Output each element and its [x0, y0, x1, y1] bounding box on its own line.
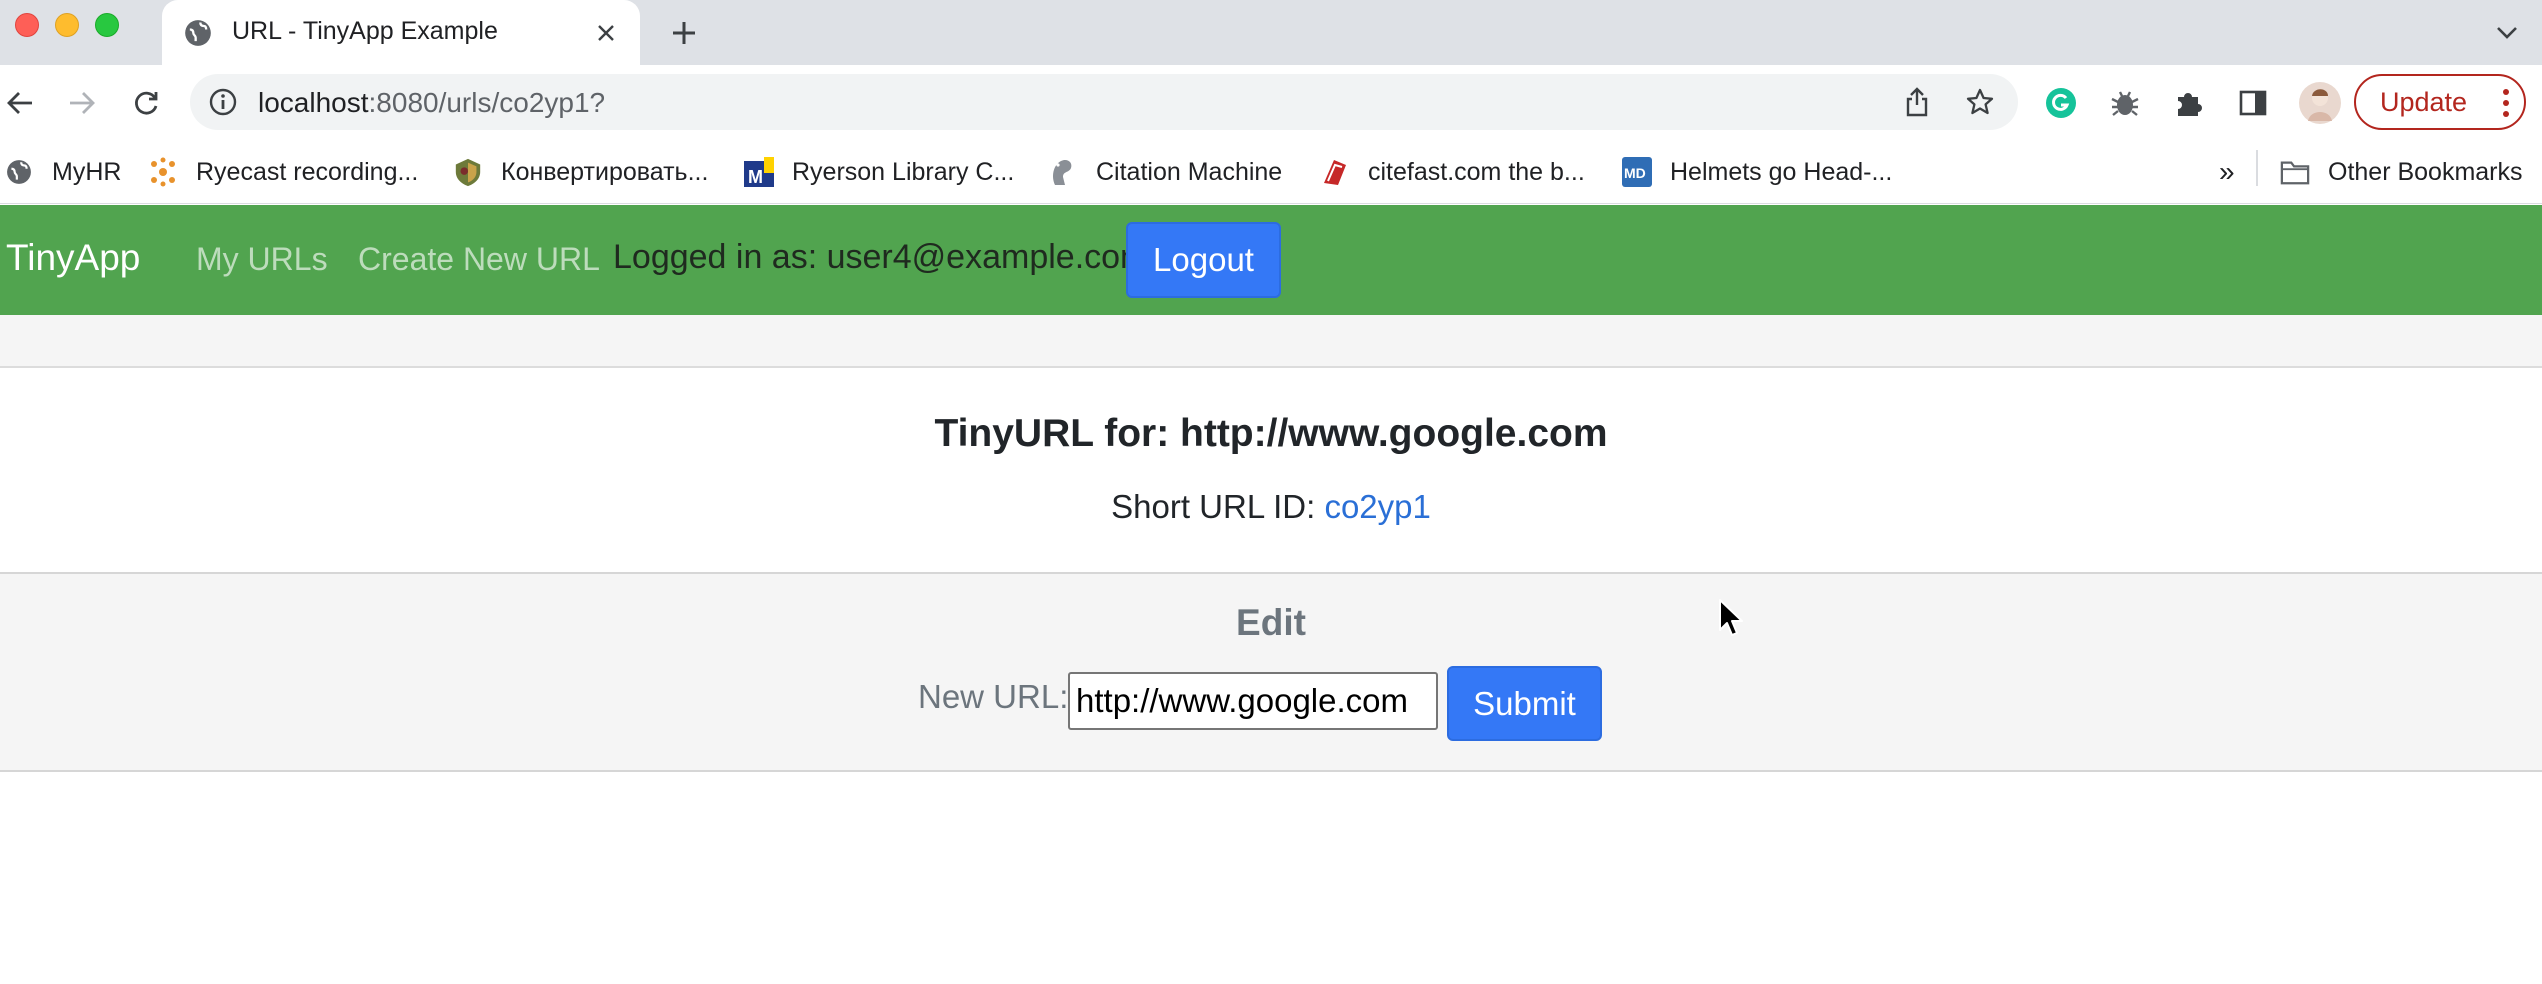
update-button[interactable]: Update — [2354, 74, 2526, 130]
browser-toolbar: localhost:8080/urls/co2yp1? Update — [0, 65, 2542, 140]
bookmark-label: Конвертировать... — [501, 157, 709, 186]
bookmark-konvert[interactable]: Конвертировать... — [453, 152, 708, 192]
submit-label: Submit — [1473, 684, 1576, 722]
bookmarks-overflow-button[interactable]: » — [2219, 152, 2235, 192]
reload-button[interactable] — [126, 83, 166, 123]
minimize-window-button[interactable] — [55, 13, 79, 37]
svg-text:M: M — [748, 167, 763, 187]
close-window-button[interactable] — [15, 13, 39, 37]
ryecast-icon — [148, 157, 178, 187]
url-host: localhost — [258, 87, 369, 118]
share-icon[interactable] — [1902, 87, 1932, 117]
back-button[interactable] — [0, 83, 40, 123]
url-card: TinyURL for: http://www.google.com Short… — [0, 368, 2542, 572]
bookmark-label: Ryecast recording... — [196, 157, 419, 186]
chevron-down-icon — [2497, 27, 2517, 39]
info-icon[interactable] — [208, 87, 238, 117]
short-url-link[interactable]: co2yp1 — [1324, 488, 1430, 525]
bookmark-label: Ryerson Library C... — [792, 157, 1015, 186]
logout-label: Logout — [1153, 241, 1254, 278]
url-text[interactable]: localhost:8080/urls/co2yp1? — [258, 87, 605, 119]
new-url-label: New URL: — [918, 678, 1069, 715]
bookmark-ryerson-library[interactable]: M Ryerson Library C... — [744, 152, 1014, 192]
bookmark-helmets[interactable]: MD Helmets go Head-... — [1622, 152, 1892, 192]
logged-in-text: Logged in as: user4@example.com — [613, 238, 1149, 276]
short-url-label: Short URL ID: — [1111, 488, 1325, 525]
submit-button[interactable]: Submit — [1447, 666, 1602, 741]
squirrel-icon — [1048, 157, 1078, 187]
folder-icon — [2280, 157, 2310, 187]
maximize-window-button[interactable] — [95, 13, 119, 37]
other-bookmarks-label: Other Bookmarks — [2328, 157, 2523, 186]
browser-tab[interactable]: URL - TinyApp Example — [162, 0, 640, 65]
mouse-cursor-icon — [1719, 599, 1743, 636]
shield-icon — [453, 157, 483, 187]
logout-button[interactable]: Logout — [1126, 222, 1281, 298]
bookmark-label: Helmets go Head-... — [1670, 157, 1893, 186]
bookmark-ryecast[interactable]: Ryecast recording... — [148, 152, 418, 192]
page-content: TinyApp My URLs Create New URL Logged in… — [0, 205, 2542, 984]
tab-strip: URL - TinyApp Example — [0, 0, 2542, 65]
tinyurl-title: TinyURL for: http://www.google.com — [934, 412, 1608, 455]
citefast-icon — [1320, 157, 1350, 187]
library-icon: M — [744, 157, 774, 187]
tab-close-icon[interactable] — [592, 19, 620, 47]
bookmark-citation-machine[interactable]: Citation Machine — [1048, 152, 1282, 192]
edit-section: Edit New URL: Submit — [0, 572, 2542, 772]
short-url-line: Short URL ID: co2yp1 — [0, 488, 2542, 526]
bookmark-star-icon[interactable] — [1965, 87, 1995, 117]
arrow-right-icon — [70, 92, 95, 114]
new-url-input[interactable] — [1068, 672, 1438, 730]
url-path: :8080/urls/co2yp1? — [368, 87, 606, 118]
overflow-chevron: » — [2219, 156, 2235, 187]
edit-heading: Edit — [1236, 602, 1306, 643]
extensions-puzzle-icon[interactable] — [2172, 86, 2206, 120]
bookmarks-bar: MyHR Ryecast recording... Конвертировать… — [0, 140, 2542, 204]
header-spacer — [0, 315, 2542, 368]
nav-create-new-url[interactable]: Create New URL — [358, 241, 600, 278]
kebab-menu-icon[interactable] — [2502, 88, 2510, 118]
forward-button[interactable] — [62, 83, 102, 123]
bug-extension-icon[interactable] — [2108, 86, 2142, 120]
other-bookmarks[interactable]: Other Bookmarks — [2280, 152, 2523, 192]
tab-search-button[interactable] — [2492, 18, 2522, 48]
brand-link[interactable]: TinyApp — [6, 237, 140, 279]
address-bar[interactable]: localhost:8080/urls/co2yp1? — [190, 74, 2018, 130]
new-tab-button[interactable] — [665, 14, 703, 52]
bookmarks-separator — [2256, 150, 2258, 186]
profile-avatar[interactable] — [2298, 81, 2342, 125]
update-label: Update — [2380, 86, 2468, 117]
app-navbar: TinyApp My URLs Create New URL Logged in… — [0, 205, 2542, 315]
reload-icon — [135, 91, 158, 115]
bookmark-citefast[interactable]: citefast.com the b... — [1320, 152, 1585, 192]
bookmark-label: MyHR — [52, 157, 122, 186]
side-panel-icon[interactable] — [2236, 86, 2270, 120]
bookmark-label: Citation Machine — [1096, 157, 1283, 186]
arrow-left-icon — [7, 92, 32, 114]
md-icon: MD — [1622, 157, 1652, 187]
nav-my-urls[interactable]: My URLs — [196, 241, 328, 278]
bookmark-myhr[interactable]: MyHR — [4, 152, 121, 192]
grammarly-icon[interactable] — [2044, 86, 2078, 120]
svg-text:MD: MD — [1624, 165, 1646, 181]
tab-title: URL - TinyApp Example — [232, 17, 498, 45]
plus-icon — [673, 22, 695, 44]
globe-icon — [185, 20, 211, 46]
globe-icon — [4, 157, 34, 187]
bookmark-label: citefast.com the b... — [1368, 157, 1585, 186]
